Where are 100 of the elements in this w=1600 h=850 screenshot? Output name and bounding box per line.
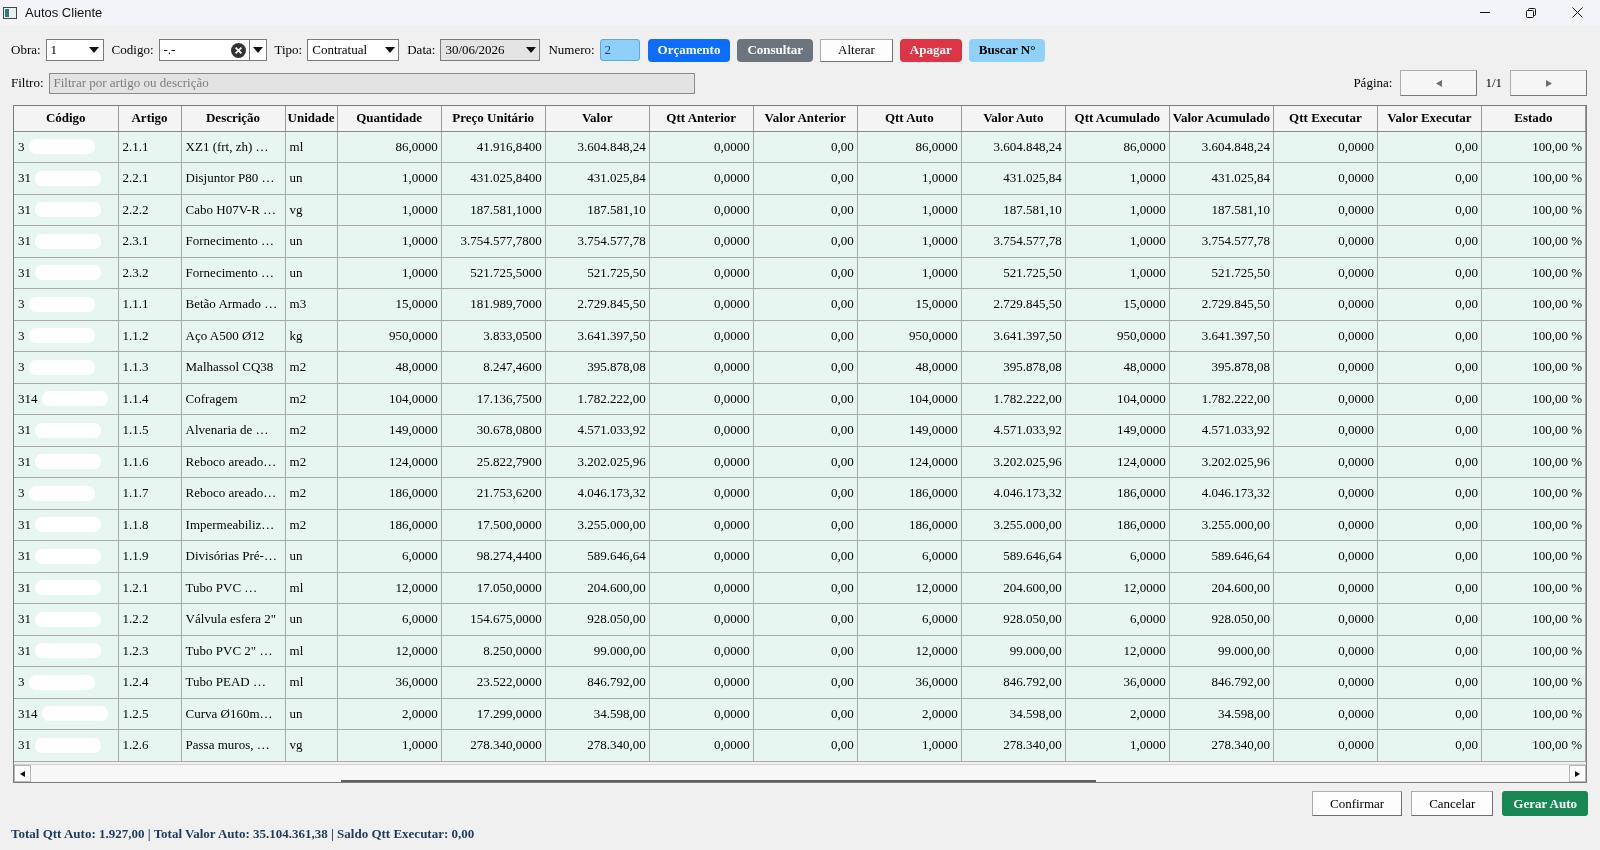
table-cell: m2 [285,477,338,509]
table-cell: 3.754.577,78 [961,225,1066,257]
table-cell: 204.600,00 [545,572,650,604]
table-cell: 149,0000 [337,414,442,446]
table-cell: 1.1.8 [118,509,182,541]
table-cell: 1,0000 [337,194,442,226]
table-cell: 0,00 [1377,320,1482,352]
table-cell: 34.598,00 [545,698,650,730]
table-cell: kg [285,320,338,352]
table-cell: vg [285,729,338,761]
number-field[interactable]: 2 [599,39,640,61]
dropdown-field[interactable]: Contratual [307,39,400,61]
table-cell: 1,0000 [1065,225,1170,257]
action-button[interactable]: Confirmar [1311,791,1403,816]
code-text: 31 [18,516,31,533]
close-icon [1571,7,1583,18]
table-cell: 0,0000 [649,540,754,572]
table-cell: 950,0000 [1065,320,1170,352]
table-cell: 100,00 % [1481,477,1586,509]
table-cell: 15,0000 [857,288,962,320]
toolbar-button[interactable]: Buscar N° [968,38,1046,62]
code-text: 3 [18,359,25,376]
toolbar-button[interactable]: Consultar [737,38,814,62]
table-cell: Disjuntor P80 … [181,162,286,194]
table-cell: 3.641.397,50 [1169,320,1274,352]
column-header: Código [14,106,119,131]
horizontal-scrollbar[interactable] [14,764,1586,782]
table-cell: Tubo PEAD … [181,666,286,698]
table-cell: 0,00 [753,288,858,320]
table-cell: 0,0000 [1273,162,1378,194]
table-cell: 204.600,00 [961,572,1066,604]
toolbar-button[interactable]: Orçamento [647,38,731,62]
field-label: Obra: [11,42,41,58]
scrollbar-thumb[interactable] [341,780,1096,782]
table-cell: 1,0000 [1065,162,1170,194]
table-cell: Tubo PVC 2" … [181,635,286,667]
table-cell: 0,00 [753,635,858,667]
table-cell: 1,0000 [857,257,962,289]
date-field[interactable]: 30/06/2026 [440,39,541,61]
table-cell: 100,00 % [1481,572,1586,604]
table-cell: 100,00 % [1481,414,1586,446]
table-cell: 1,0000 [857,225,962,257]
window-title: Autos Cliente [25,5,103,20]
table-cell: 0,0000 [1273,540,1378,572]
table-cell: 0,0000 [649,666,754,698]
table-cell: 186,0000 [337,509,442,541]
table-cell: 187.581,10 [545,194,650,226]
table-cell: 0,00 [1377,540,1482,572]
table-cell: 12,0000 [857,635,962,667]
column-header: Valor Executar [1377,106,1482,131]
table-cell: 0,00 [1377,572,1482,604]
toolbar-button[interactable]: Alterar [820,38,893,62]
table-cell: 589.646,64 [961,540,1066,572]
table-cell: 204.600,00 [1169,572,1274,604]
table-cell: 100,00 % [1481,194,1586,226]
code-text: 31 [18,548,31,565]
combo-field[interactable]: -.- [158,39,267,61]
table-cell: 6,0000 [337,603,442,635]
previous-page-button[interactable] [1400,70,1478,96]
table-cell: 431.025,84 [1169,162,1274,194]
table-cell: 1.2.4 [118,666,182,698]
dropdown-field[interactable]: 1 [45,39,104,61]
table-cell: 589.646,64 [1169,540,1274,572]
table-cell: 0,00 [1377,383,1482,415]
table-cell: Válvula esfera 2" [181,603,286,635]
table-cell: 1.2.5 [118,698,182,730]
code-text: 31 [18,170,31,187]
next-page-button[interactable] [1510,70,1587,96]
table-cell: 100,00 % [1481,288,1586,320]
scroll-left-button[interactable] [14,765,31,782]
action-button[interactable]: Gerar Auto [1502,791,1588,816]
filter-field[interactable]: Filtrar por artigo ou descrição [48,72,695,94]
table-cell: 100,00 % [1481,603,1586,635]
table-cell: vg [285,194,338,226]
table-cell: 1.782.222,00 [545,383,650,415]
table-cell: 36,0000 [1065,666,1170,698]
table-cell: 17.299,0000 [441,698,546,730]
table-cell: 2.3.1 [118,225,182,257]
table-cell: 15,0000 [337,288,442,320]
table-cell: 3.255.000,00 [1169,509,1274,541]
table-cell: 3.604.848,24 [545,131,650,163]
table-cell: Tubo PVC … [181,572,286,604]
table-cell: 1.2.3 [118,635,182,667]
table-cell: 149,0000 [1065,414,1170,446]
table-cell: 0,00 [753,729,858,761]
clear-icon[interactable] [230,42,246,58]
column-header: Descrição [181,106,286,131]
table-cell: 41.916,8400 [441,131,546,163]
action-button[interactable]: Cancelar [1411,791,1494,816]
table-cell: 1.2.2 [118,603,182,635]
status-text: Total Qtt Auto: 1.927,00 | Total Valor Auto: 35.104.361,38 | Saldo Qtt Executar: 0,00 [10,826,476,842]
table-cell: 278.340,00 [961,729,1066,761]
table-cell: 12,0000 [1065,635,1170,667]
toolbar-button[interactable]: Apagar [899,38,962,62]
code-text: 31 [18,201,31,218]
table-cell: 3.641.397,50 [545,320,650,352]
table-cell: 0,00 [1377,477,1482,509]
scroll-right-button[interactable] [1569,765,1586,782]
page-indicator: 1/1 [1485,75,1502,91]
table-cell: un [285,603,338,635]
